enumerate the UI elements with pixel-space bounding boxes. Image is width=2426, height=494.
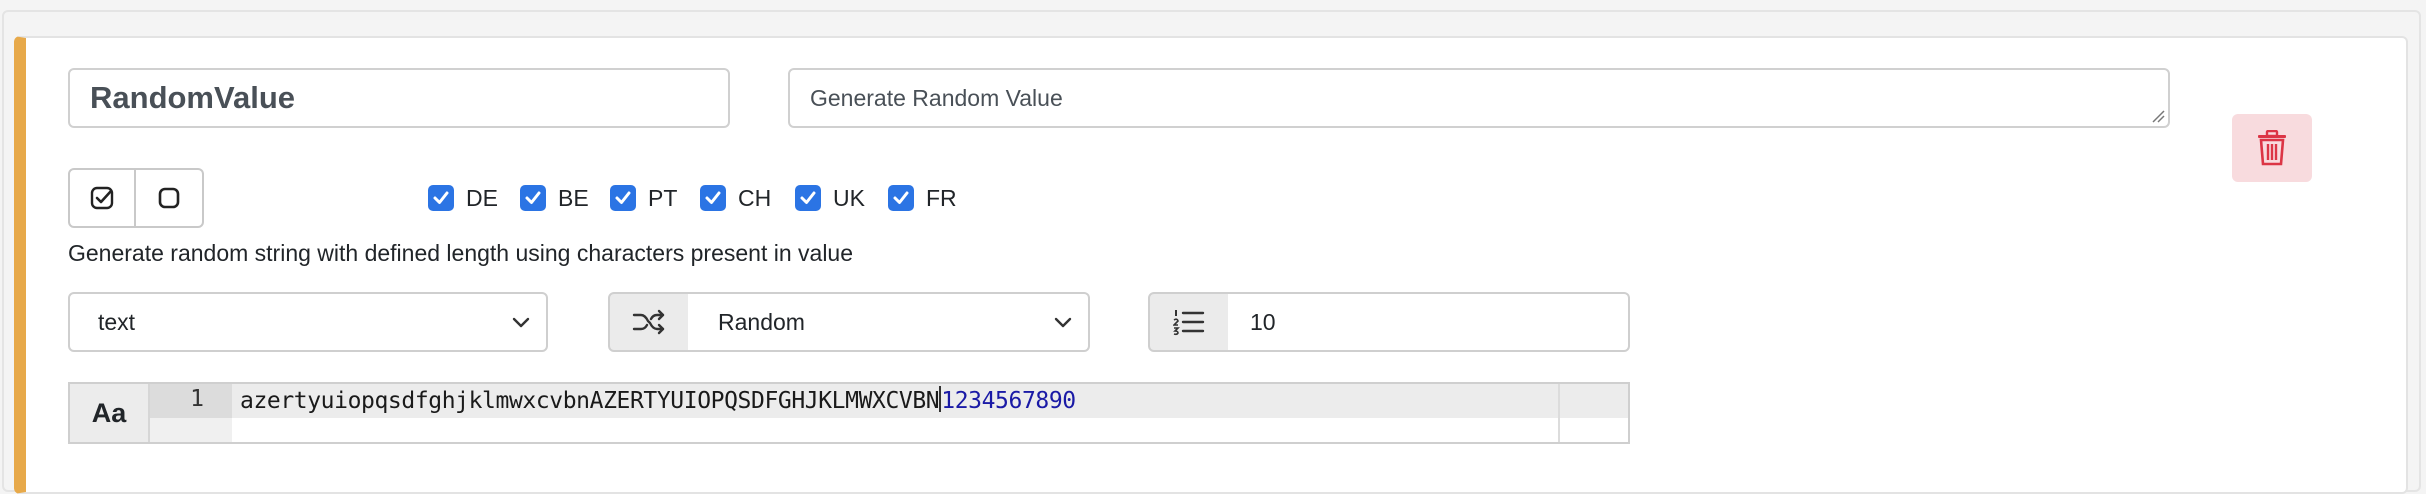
delete-button[interactable] xyxy=(2232,114,2312,182)
print-margin-ruler xyxy=(1558,384,1560,442)
check-square-icon xyxy=(90,186,114,210)
length-input[interactable]: 10 xyxy=(1228,292,1630,352)
length-value: 10 xyxy=(1250,309,1276,335)
country-checkbox-ch[interactable]: CH xyxy=(700,184,771,212)
mode-select[interactable]: Random xyxy=(688,292,1090,352)
mode-select-value: Random xyxy=(718,309,805,335)
description-text: Generate Random Value xyxy=(810,85,1063,111)
select-all-button[interactable] xyxy=(68,168,136,228)
country-checkbox-uk[interactable]: UK xyxy=(795,184,865,212)
resize-grip-icon[interactable] xyxy=(2151,109,2165,123)
checkbox-checked-icon[interactable] xyxy=(888,185,914,211)
code-line: azertyuiopqsdfghjklmwxcvbnAZERTYUIOPQSDF… xyxy=(240,386,1076,414)
name-input[interactable]: RandomValue xyxy=(68,68,730,128)
country-label: PT xyxy=(648,184,678,211)
mode-addon xyxy=(608,292,690,352)
list-ol-icon xyxy=(1173,310,1205,336)
country-label: CH xyxy=(738,184,772,211)
description-textarea[interactable]: Generate Random Value xyxy=(788,68,2170,128)
line-number: 1 xyxy=(190,386,204,412)
checkbox-checked-icon[interactable] xyxy=(520,185,546,211)
checkbox-checked-icon[interactable] xyxy=(700,185,726,211)
country-checkbox-pt[interactable]: PT xyxy=(610,184,677,212)
checkbox-checked-icon[interactable] xyxy=(610,185,636,211)
country-label: DE xyxy=(466,184,498,211)
country-checkbox-de[interactable]: DE xyxy=(428,184,498,212)
trash-icon xyxy=(2258,130,2286,166)
line-gutter: 1 xyxy=(150,384,232,442)
checkbox-checked-icon[interactable] xyxy=(795,185,821,211)
chevron-down-icon xyxy=(512,317,530,328)
code-text: azertyuiopqsdfghjklmwxcvbnAZERTYUIOPQSDF… xyxy=(240,388,940,414)
country-label: UK xyxy=(833,184,865,211)
country-label: FR xyxy=(926,184,957,211)
country-checkbox-be[interactable]: BE xyxy=(520,184,589,212)
code-number: 1234567890 xyxy=(941,388,1076,414)
checkbox-checked-icon[interactable] xyxy=(428,185,454,211)
type-select-value: text xyxy=(98,309,136,335)
help-text: Generate random string with defined leng… xyxy=(68,240,854,266)
font-toggle-button[interactable]: Aa xyxy=(70,384,150,442)
type-select[interactable]: text xyxy=(68,292,548,352)
square-icon xyxy=(158,187,180,209)
length-addon xyxy=(1148,292,1230,352)
country-label: BE xyxy=(558,184,589,211)
code-area[interactable]: azertyuiopqsdfghjklmwxcvbnAZERTYUIOPQSDF… xyxy=(232,384,1628,442)
select-none-button[interactable] xyxy=(136,168,204,228)
chevron-down-icon xyxy=(1054,317,1072,328)
code-editor[interactable]: Aa 1 azertyuiopqsdfghjklmwxcvbnAZERTYUIO… xyxy=(68,382,1630,444)
country-checkbox-fr[interactable]: FR xyxy=(888,184,957,212)
shuffle-icon xyxy=(632,309,665,335)
